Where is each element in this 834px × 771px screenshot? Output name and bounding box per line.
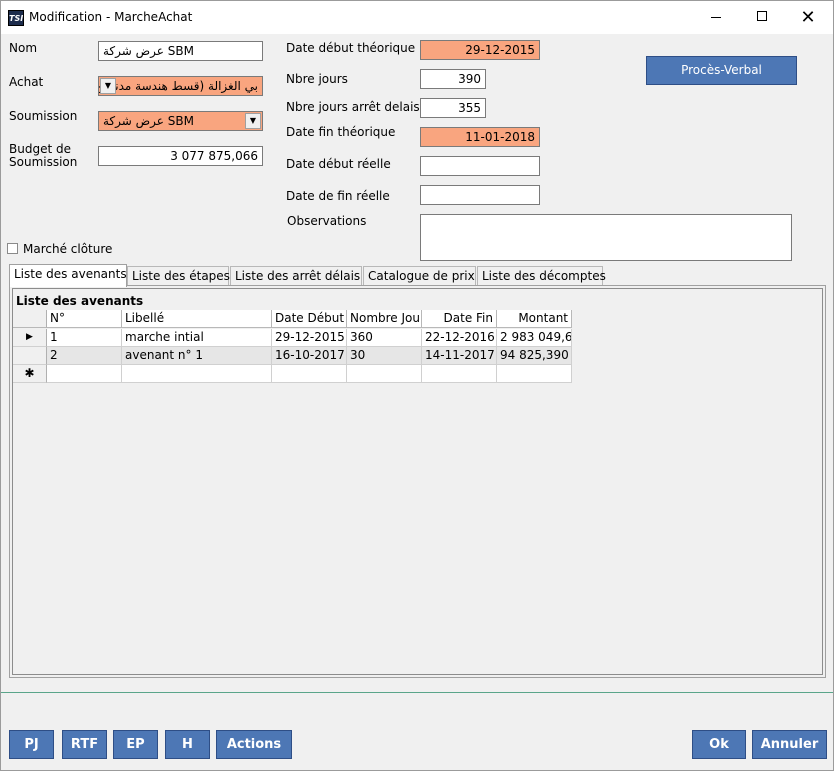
cell-no[interactable]: 1 [47, 329, 122, 347]
achat-combo[interactable]: بي الغزالة (قسط هندسة مدنية ع ▼ [98, 76, 263, 96]
column-header-date-fin[interactable]: Date Fin [422, 310, 497, 328]
row-header-corner [13, 310, 47, 328]
row-header [13, 347, 47, 365]
cell-libelle[interactable]: marche intial [122, 329, 272, 347]
grid-caption: Liste des avenants [16, 294, 144, 308]
column-header-no[interactable]: N° [47, 310, 122, 328]
budget-field[interactable]: 3 077 875,066 [98, 146, 263, 166]
nom-field[interactable]: عرض شركة SBM [98, 41, 263, 61]
date-fin-theorique-label: Date fin théorique [286, 125, 396, 139]
tab-panel: Liste des avenants N° Libellé Date Début… [9, 285, 826, 678]
title-bar: TSI Modification - MarcheAchat ✕ [1, 1, 833, 34]
tab-liste-arret-delais[interactable]: Liste des arrêt délais [230, 266, 362, 286]
marche-cloture-checkbox[interactable] [7, 243, 18, 254]
avenants-grid-area: Liste des avenants N° Libellé Date Début… [12, 288, 823, 675]
column-header-date-debut[interactable]: Date Début [272, 310, 347, 328]
maximize-button[interactable] [739, 1, 785, 34]
ep-button[interactable]: EP [113, 730, 158, 759]
date-debut-reelle-field[interactable] [420, 156, 540, 176]
nom-label: Nom [9, 41, 38, 55]
cell-nombre-jours[interactable]: 360 [347, 329, 422, 347]
cell-date-debut[interactable]: 16-10-2017 [272, 347, 347, 365]
footer-separator [1, 692, 833, 693]
tab-liste-decomptes[interactable]: Liste des décomptes [477, 266, 606, 286]
cell-date-debut[interactable]: 29-12-2015 [272, 329, 347, 347]
nbre-jours-label: Nbre jours [286, 72, 348, 86]
cell-libelle[interactable] [122, 365, 272, 383]
new-row-icon: ✱ [13, 365, 47, 383]
cell-date-fin[interactable]: 14-11-2017 [422, 347, 497, 365]
cell-montant[interactable]: 2 983 049,6 [497, 329, 572, 347]
cell-montant[interactable] [497, 365, 572, 383]
maximize-icon [757, 11, 767, 21]
h-button[interactable]: H [165, 730, 210, 759]
cell-nombre-jours[interactable]: 30 [347, 347, 422, 365]
observations-label: Observations [287, 214, 367, 228]
column-header-montant[interactable]: Montant [497, 310, 572, 328]
minimize-icon [711, 16, 721, 18]
cell-date-fin[interactable]: 22-12-2016 [422, 329, 497, 347]
column-header-libelle[interactable]: Libellé [122, 310, 272, 328]
rtf-button[interactable]: RTF [62, 730, 107, 759]
cell-libelle[interactable]: avenant n° 1 [122, 347, 272, 365]
soumission-combo[interactable]: عرض شركة SBM ▼ [98, 111, 263, 131]
window-title: Modification - MarcheAchat [29, 10, 193, 24]
chevron-down-icon[interactable]: ▼ [245, 113, 261, 129]
close-button[interactable]: ✕ [785, 1, 831, 34]
cell-nombre-jours[interactable] [347, 365, 422, 383]
observations-field[interactable] [420, 214, 792, 261]
annuler-button[interactable]: Annuler [752, 730, 827, 759]
current-row-icon: ▶ [13, 329, 47, 347]
cell-no[interactable] [47, 365, 122, 383]
modification-window: TSI Modification - MarcheAchat ✕ Nom عرض… [0, 0, 834, 771]
tab-liste-etapes[interactable]: Liste des étapes [127, 266, 230, 286]
date-debut-theorique-label: Date début théorique [286, 41, 416, 55]
cell-montant[interactable]: 94 825,390 [497, 347, 572, 365]
pj-button[interactable]: PJ [9, 730, 54, 759]
app-icon: TSI [8, 10, 24, 26]
cell-date-fin[interactable] [422, 365, 497, 383]
tab-liste-avenants[interactable]: Liste des avenants [9, 264, 127, 287]
date-fin-reelle-field[interactable] [420, 185, 540, 205]
achat-combo-value: بي الغزالة (قسط هندسة مدنية ع [98, 79, 258, 93]
nbre-jours-field[interactable]: 390 [420, 69, 486, 89]
date-debut-theorique-field[interactable]: 29-12-2015 [420, 40, 540, 60]
soumission-combo-value: عرض شركة SBM [103, 114, 194, 128]
date-fin-reelle-label: Date de fin réelle [286, 189, 390, 203]
column-header-nombre-jours[interactable]: Nombre Jou [347, 310, 422, 328]
cell-date-debut[interactable] [272, 365, 347, 383]
marche-cloture-label: Marché clôture [23, 242, 113, 256]
ok-button[interactable]: Ok [692, 730, 746, 759]
minimize-button[interactable] [693, 1, 739, 34]
date-debut-reelle-label: Date début réelle [286, 157, 391, 171]
nbre-jours-arret-label: Nbre jours arrêt delais [286, 100, 420, 114]
proces-verbal-button[interactable]: Procès-Verbal [646, 56, 797, 85]
achat-label: Achat [9, 75, 44, 89]
nbre-jours-arret-field[interactable]: 355 [420, 98, 486, 118]
soumission-label: Soumission [9, 109, 78, 123]
budget-label: Budget de Soumission [9, 143, 77, 169]
budget-label-line2: Soumission [9, 155, 78, 169]
cell-no[interactable]: 2 [47, 347, 122, 365]
chevron-down-icon[interactable]: ▼ [100, 78, 116, 94]
tab-catalogue-prix[interactable]: Catalogue de prix [363, 266, 476, 286]
date-fin-theorique-field[interactable]: 11-01-2018 [420, 127, 540, 147]
close-icon: ✕ [800, 7, 816, 28]
actions-button[interactable]: Actions [216, 730, 292, 759]
